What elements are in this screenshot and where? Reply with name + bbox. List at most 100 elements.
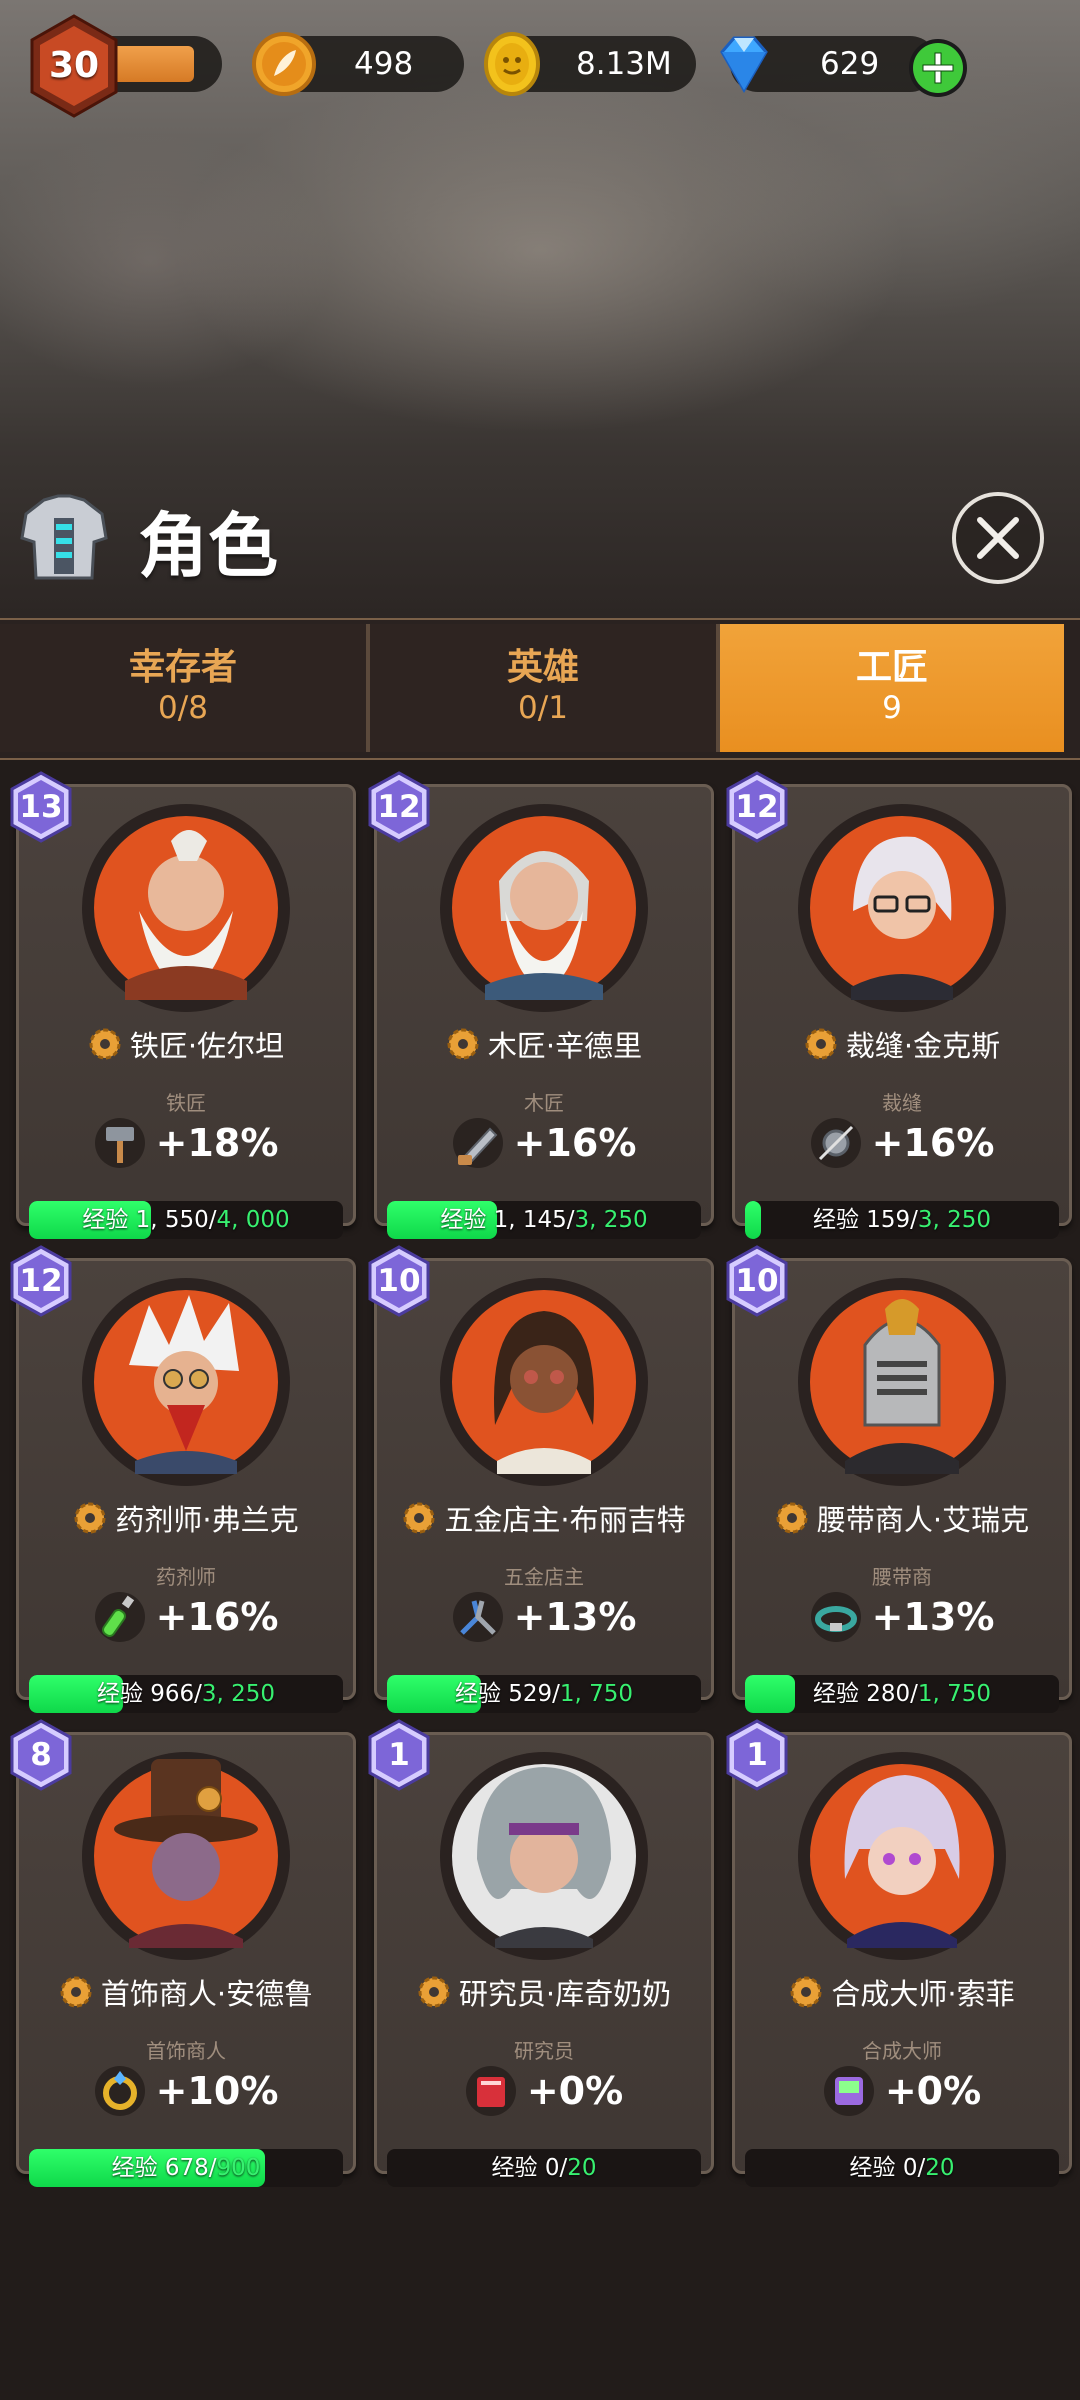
xp-text: 经验 280/1, 750 (812, 1681, 992, 1707)
book-icon (465, 2066, 516, 2116)
xp-text: 经验 966/3, 250 (96, 1681, 276, 1707)
craftsman-role: 铁匠 (166, 1091, 206, 1115)
close-button[interactable] (950, 490, 1046, 586)
craftsman-level: 12 (735, 789, 779, 825)
energy-counter: 498 (252, 32, 464, 96)
craftsman-name: 研究员·库奇奶奶 (458, 1977, 672, 2011)
craftsman-card[interactable]: 10 腰带商人·艾瑞克 腰带商 +13% 经验 280/1, 750 (726, 1245, 1072, 1713)
craftsman-name: 木匠·辛德里 (487, 1029, 643, 1063)
craftsman-bonus-row: +13% (377, 1591, 711, 1651)
xp-progress-bar: 经验 529/1, 750 (387, 1675, 701, 1713)
xp-progress-bar: 经验 1, 145/3, 250 (387, 1201, 701, 1239)
xp-progress-bar: 经验 966/3, 250 (29, 1675, 343, 1713)
belt-icon (810, 1592, 861, 1642)
xp-text: 经验 159/3, 250 (812, 1207, 992, 1233)
xp-text: 经验 0/20 (849, 2155, 955, 2181)
craftsman-name-row: 首饰商人·安德鲁 (19, 1971, 353, 2021)
craftsman-card[interactable]: 1 合成大师·索菲 合成大师 +0% 经验 0/20 (726, 1719, 1072, 2187)
craftsman-name: 五金店主·布丽吉特 (444, 1503, 686, 1537)
craftsman-bonus-row: +16% (735, 1117, 1069, 1177)
tab-heroes[interactable]: 英雄 0/1 (370, 624, 716, 752)
craftsman-card[interactable]: 8 首饰商人·安德鲁 首饰商人 +10% 经验 678/900 (10, 1719, 356, 2187)
craftsman-role: 腰带商 (872, 1565, 932, 1589)
tab-count: 0/8 (158, 690, 208, 726)
craftsman-level: 10 (735, 1263, 779, 1299)
craftsman-card[interactable]: 13 铁匠·佐尔坦 铁匠 +18% 经验 1, 550/4, 000 (10, 771, 356, 1239)
player-level: 30 (48, 45, 100, 86)
craftsman-name-row: 木匠·辛德里 (377, 1023, 711, 1073)
xp-text: 经验 529/1, 750 (454, 1681, 634, 1707)
tab-survivors[interactable]: 幸存者 0/8 (0, 624, 366, 752)
tab-label: 工匠 (855, 647, 928, 688)
sewing-icon (810, 1118, 861, 1168)
gear-icon (418, 1976, 450, 2008)
gear-icon (74, 1502, 106, 1534)
craftsman-portrait (82, 1278, 290, 1486)
craftsman-level: 8 (30, 1737, 52, 1773)
craftsman-bonus: +18% (155, 1121, 279, 1165)
craftsman-name-row: 铁匠·佐尔坦 (19, 1023, 353, 1073)
craftsman-name: 首饰商人·安德鲁 (100, 1977, 314, 2011)
gear-icon (790, 1976, 822, 2008)
craftsman-bonus-row: +10% (19, 2065, 353, 2125)
gem-icon (720, 36, 768, 93)
hammer-icon (94, 1118, 145, 1168)
craftsman-portrait (798, 1278, 1006, 1486)
gear-icon (60, 1976, 92, 2008)
craftsman-name: 药剂师·弗兰克 (115, 1503, 299, 1537)
craftsman-level: 13 (19, 789, 63, 825)
armor-vest-icon (20, 494, 108, 580)
gear-icon (776, 1502, 808, 1534)
craftsman-card[interactable]: 10 五金店主·布丽吉特 五金店主 +13% 经验 529/1, 750 (368, 1245, 714, 1713)
craftsman-bonus: +10% (155, 2069, 279, 2113)
xp-progress-bar: 经验 1, 550/4, 000 (29, 1201, 343, 1239)
gold-value: 8.13M (576, 46, 672, 82)
gold-coin-icon (484, 32, 540, 96)
gear-icon (403, 1502, 435, 1534)
level-progress-fill (110, 46, 194, 82)
craftsman-role: 合成大师 (862, 2039, 942, 2063)
craftsman-role: 五金店主 (504, 1565, 584, 1589)
craftsman-portrait (440, 1278, 648, 1486)
gear-icon (805, 1028, 837, 1060)
craftsman-role: 木匠 (524, 1091, 564, 1115)
craftsman-card[interactable]: 1 研究员·库奇奶奶 研究员 +0% 经验 0/20 (368, 1719, 714, 2187)
craftsman-bonus-row: +16% (19, 1591, 353, 1651)
craftsman-card[interactable]: 12 裁缝·金克斯 裁缝 +16% 经验 159/3, 250 (726, 771, 1072, 1239)
craftsman-bonus: +0% (884, 2069, 982, 2113)
tab-craftsmen[interactable]: 工匠 9 (720, 624, 1064, 752)
craftsman-name: 合成大师·索菲 (831, 1977, 1015, 2011)
craftsman-bonus: +0% (526, 2069, 624, 2113)
craftsman-portrait (440, 804, 648, 1012)
xp-progress-bar: 经验 0/20 (387, 2149, 701, 2187)
craftsman-portrait (798, 804, 1006, 1012)
craftsman-name-row: 药剂师·弗兰克 (19, 1497, 353, 1547)
buy-gems-plus-button[interactable] (906, 36, 970, 100)
craftsman-bonus: +16% (155, 1595, 279, 1639)
tab-count: 0/1 (518, 690, 568, 726)
craftsman-portrait (798, 1752, 1006, 1960)
gem-value: 629 (820, 46, 880, 82)
xp-text: 经验 678/900 (111, 2155, 261, 2181)
gear-icon (89, 1028, 121, 1060)
craftsman-name-row: 研究员·库奇奶奶 (377, 1971, 711, 2021)
tab-label: 幸存者 (128, 647, 237, 688)
craftsman-bonus: +16% (513, 1121, 637, 1165)
craftsman-role: 裁缝 (882, 1091, 922, 1115)
device-icon (823, 2066, 874, 2116)
pliers-icon (452, 1592, 503, 1642)
craftsman-card[interactable]: 12 药剂师·弗兰克 药剂师 +16% 经验 966/3, 250 (10, 1245, 356, 1713)
craftsman-card[interactable]: 12 木匠·辛德里 木匠 +16% 经验 1, 145/3, 250 (368, 771, 714, 1239)
craftsman-bonus-row: +0% (735, 2065, 1069, 2125)
craftsman-grid: 13 铁匠·佐尔坦 铁匠 +18% 经验 1, 550/4, 000 12 木匠… (0, 760, 1080, 2400)
craftsman-role: 药剂师 (156, 1565, 216, 1589)
craftsman-name-row: 合成大师·索菲 (735, 1971, 1069, 2021)
gold-counter: 8.13M (484, 32, 696, 96)
craftsman-name: 铁匠·佐尔坦 (129, 1029, 285, 1063)
craftsman-level: 10 (377, 1263, 421, 1299)
craftsman-portrait (82, 1752, 290, 1960)
xp-progress-bar: 经验 0/20 (745, 2149, 1059, 2187)
craftsman-level: 12 (377, 789, 421, 825)
ring-icon (94, 2066, 145, 2116)
page-title: 角色 (138, 505, 278, 587)
